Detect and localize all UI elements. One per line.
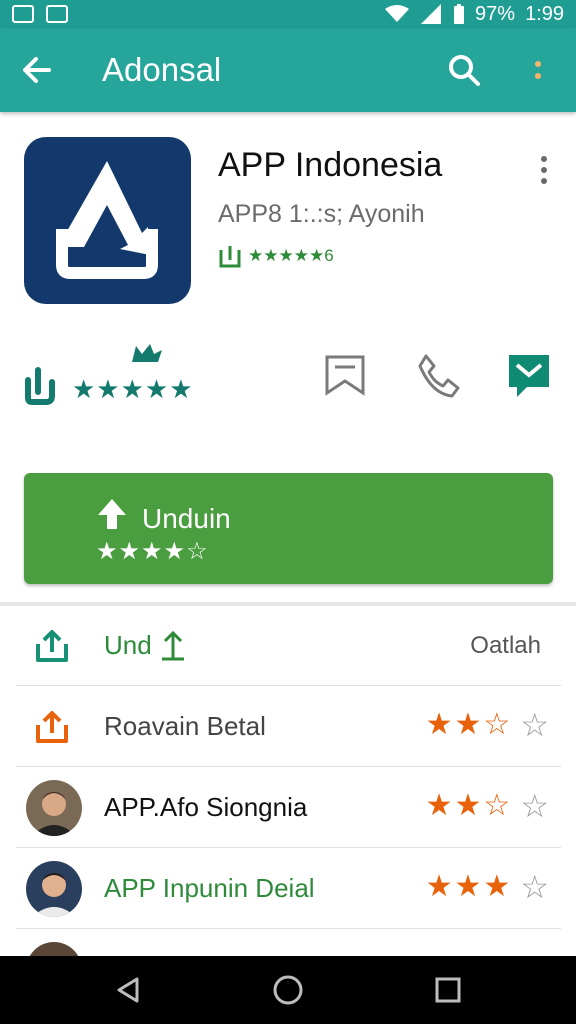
circle-home-icon	[273, 975, 303, 1005]
dot-icon	[535, 61, 541, 67]
message-button[interactable]	[504, 350, 554, 400]
list-item[interactable]: APP.Afo Siongnia ★ ★ ☆ ☆	[16, 768, 561, 848]
battery-percent: 97%	[475, 2, 516, 25]
list-item-value: Oatlah	[470, 632, 541, 659]
navigation-bar	[0, 956, 576, 1024]
list-item-label: Roavain Betal	[104, 711, 266, 741]
triangle-back-icon	[117, 977, 139, 1003]
dot-icon	[535, 73, 541, 79]
clock: 1:99	[525, 2, 564, 25]
download-label: Unduin	[142, 503, 231, 534]
app-logo-icon	[56, 161, 158, 279]
app-bar: Adonsal	[0, 28, 576, 112]
star-icon: ★	[454, 789, 482, 822]
dot-icon	[541, 167, 547, 173]
notification-icon	[12, 5, 34, 23]
avatar	[26, 861, 82, 917]
upload-orange-icon	[32, 707, 72, 747]
image-notification-icon	[46, 5, 68, 23]
app-menu-button[interactable]	[532, 150, 556, 190]
star-outline-icon: ☆	[520, 788, 549, 824]
star-outline-icon: ☆	[520, 707, 549, 743]
list-item-label: Und	[104, 630, 152, 660]
call-button[interactable]	[414, 350, 464, 400]
star-icon: ★	[425, 870, 453, 903]
upload-icon	[32, 626, 72, 666]
overflow-menu-button[interactable]	[520, 48, 556, 92]
app-meta: ★★★★★6	[218, 244, 334, 268]
installs-icon	[219, 246, 241, 268]
star-half-icon: ☆	[483, 789, 511, 822]
wifi-icon	[385, 5, 410, 22]
app-icon	[24, 137, 191, 304]
dot-icon	[541, 178, 547, 184]
app-subtitle: APP8 1:.:s; Ayonih	[218, 200, 425, 228]
rating-stars: ★ ★ ★ ☆	[426, 869, 549, 905]
wishlist-button[interactable]	[320, 350, 370, 400]
star-icon: ★	[454, 708, 482, 741]
dot-icon	[541, 156, 547, 162]
upload-small-icon	[162, 630, 184, 661]
list-item-label: APP.Afo Siongnia	[104, 792, 308, 822]
bookmark-icon	[325, 355, 365, 396]
status-bar: 97% 1:99	[0, 0, 576, 28]
app-title: APP Indonesia	[218, 146, 443, 184]
list-item-label: APP Inpunin Deial	[104, 873, 315, 903]
search-button[interactable]	[440, 48, 488, 92]
star-icon: ★	[454, 870, 482, 903]
rating-stars: ★ ★ ☆ ☆	[426, 788, 549, 824]
message-icon	[509, 355, 549, 397]
download-button[interactable]: Unduin ★★★★☆	[24, 473, 553, 584]
star-half-icon: ☆	[483, 708, 511, 741]
nav-home-button[interactable]	[268, 970, 308, 1010]
square-recents-icon	[435, 977, 461, 1003]
star-icon: ★	[425, 789, 453, 822]
rating-block: ★★★★★	[22, 340, 193, 410]
app-meta-rating: ★★★★★6	[248, 246, 334, 265]
list-item[interactable]: Und Oatlah	[16, 606, 561, 686]
nav-back-button[interactable]	[108, 970, 148, 1010]
list-item[interactable]: Roavain Betal ★ ★ ☆ ☆	[16, 687, 561, 767]
avatar	[26, 780, 82, 836]
battery-icon	[454, 4, 465, 24]
arrow-up-icon	[98, 499, 126, 529]
star-outline-icon: ☆	[520, 869, 549, 905]
star-icon: ★	[483, 870, 511, 903]
list-item[interactable]: APP Inpunin Deial ★ ★ ★ ☆	[16, 849, 561, 929]
rating-stars: ★ ★ ☆ ☆	[426, 707, 549, 743]
nav-recents-button[interactable]	[428, 970, 468, 1010]
back-button[interactable]	[0, 28, 72, 112]
rating-stars: ★★★★★	[72, 374, 194, 404]
search-icon	[449, 55, 480, 86]
app-bar-title: Adonsal	[102, 51, 222, 88]
phone-icon	[418, 354, 460, 398]
star-icon: ★	[425, 708, 453, 741]
signal-icon	[421, 4, 442, 24]
arrow-back-icon	[23, 57, 51, 83]
download-stars: ★★★★☆	[96, 538, 209, 565]
